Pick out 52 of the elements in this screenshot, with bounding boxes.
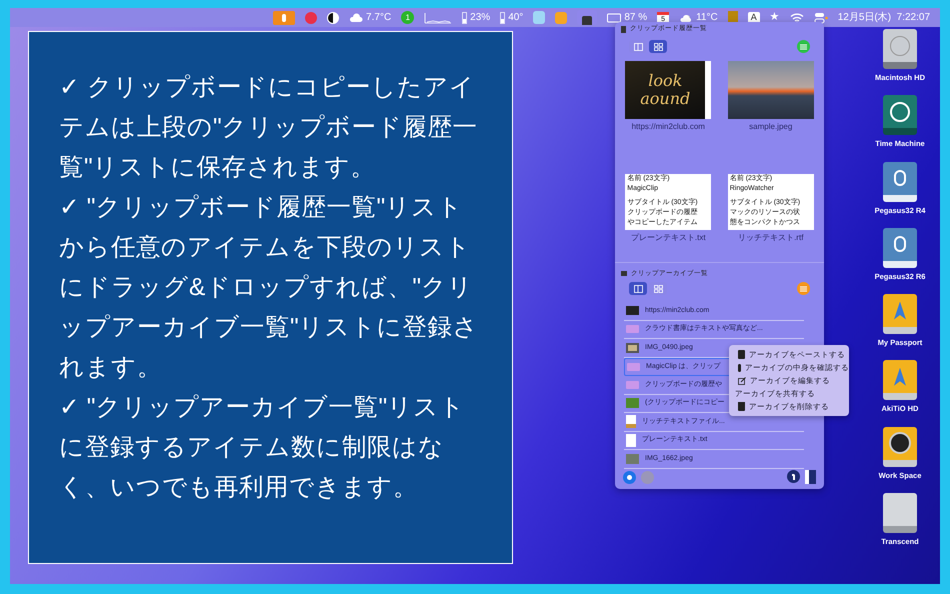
info-paragraph: ✓ クリップボードにコピーしたアイテムは上段の"クリップボード履歴一覧"リストに保存されます。 [59, 73, 479, 183]
grid-view-button[interactable] [649, 40, 667, 53]
thumbnail-icon [626, 454, 639, 464]
text-clip-icon [626, 380, 639, 389]
thumbnail-icon [626, 398, 639, 408]
clip-caption: sample.jpeg [749, 121, 792, 133]
sidebar-icon [634, 42, 642, 50]
sidebar-icon [634, 284, 642, 292]
grid-icon [654, 42, 662, 50]
text-clip-icon [626, 325, 639, 334]
menu-status-text: 23% [470, 11, 490, 25]
list-icon [800, 44, 807, 50]
preview-text: look [648, 72, 682, 90]
info-paragraph: ✓ "クリップボード履歴一覧"リストから任意のアイテムを下段のリストにドラッグ&ドロップすれば、"クリップアーカイブ一覧"リストに登録されます。 [59, 193, 480, 383]
thumbnail-icon [626, 342, 639, 353]
menu-status-text: 40° [508, 11, 524, 25]
clip-caption: https://min2club.com [632, 121, 705, 133]
external-drive-icon[interactable] [882, 492, 917, 533]
clip-caption: プレーンテキスト.txt [630, 232, 706, 244]
grid-view-button[interactable] [649, 282, 667, 295]
rich-text-file-icon [626, 415, 636, 428]
info-paragraph: ✓ "クリップアーカイブ一覧"リストに登録するアイテム数に制限はなく、いつでも再利用できます。 [59, 393, 466, 503]
graph-icon[interactable] [424, 12, 452, 24]
input-source-indicator[interactable]: A [748, 12, 760, 24]
yin-yang-icon[interactable] [327, 12, 340, 24]
external-drive-icon[interactable] [882, 360, 917, 400]
list-icon [800, 286, 807, 292]
list-menu-button[interactable] [797, 40, 810, 53]
cloud-icon[interactable] [349, 12, 364, 24]
wifi-icon[interactable] [790, 12, 804, 24]
bar-meter-icon[interactable] [462, 12, 468, 24]
preview-text: aound [640, 90, 690, 108]
hard-drive-icon[interactable] [882, 29, 917, 69]
thumbnail-icon [626, 306, 639, 316]
menu-status-text: 7.7°C [366, 11, 392, 25]
bar-meter-icon[interactable] [500, 12, 506, 24]
grid-icon [654, 284, 662, 292]
keyboard-icon[interactable] [607, 12, 622, 24]
app-icon[interactable] [533, 11, 546, 24]
document-icon [626, 434, 636, 447]
microphone-icon[interactable] [273, 10, 296, 24]
control-center-icon[interactable] [814, 12, 828, 24]
settings-icon[interactable] [623, 470, 636, 484]
list-view-button[interactable] [629, 282, 647, 295]
clip-caption: リッチテキスト.rtf [738, 232, 804, 244]
menu-status-text: 11°C [696, 11, 718, 25]
menu-status-text: 87 % [624, 11, 648, 25]
edit-icon [738, 376, 746, 384]
external-drive-icon[interactable] [882, 426, 917, 466]
time-machine-icon[interactable] [883, 95, 917, 136]
list-menu-button[interactable] [797, 282, 810, 295]
text-clip-icon [627, 362, 640, 371]
